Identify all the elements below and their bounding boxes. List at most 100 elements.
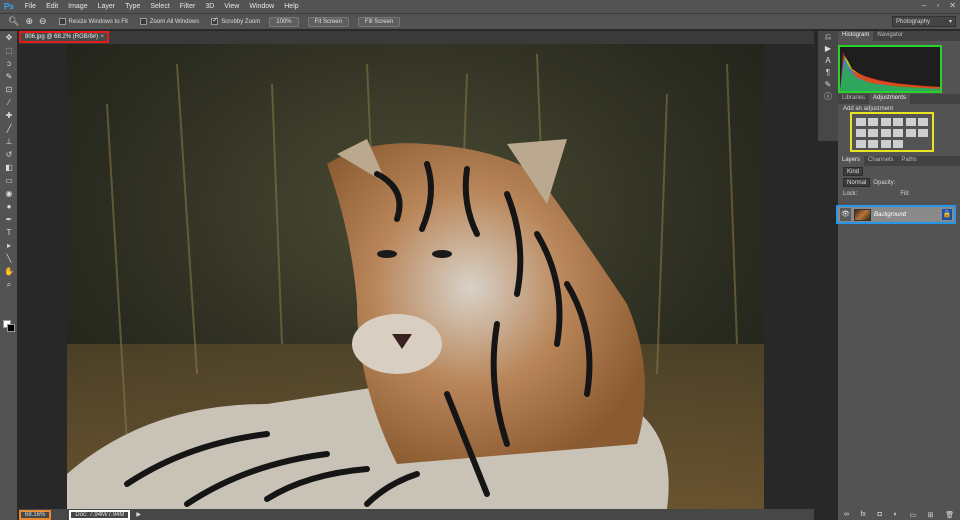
menu-image[interactable]: Image (63, 3, 92, 10)
zoom-in-icon[interactable]: ⊕ (25, 16, 33, 27)
layers-footer: ∞ fx ◘ ◐ ▭ ⊞ 🗑 (838, 509, 960, 520)
window-controls: – ▫ ✕ (922, 1, 956, 10)
menu-select[interactable]: Select (145, 3, 174, 10)
lock-icon[interactable]: 🔒 (942, 209, 952, 220)
zoom-all-checkbox[interactable] (139, 18, 147, 25)
tab-libraries[interactable]: Libraries (838, 94, 869, 104)
zoom-tool-icon[interactable]: ⌕ (0, 278, 18, 291)
channel-mixer-icon[interactable] (893, 129, 904, 137)
history-icon[interactable]: ⎌ (818, 31, 838, 43)
scrubby-zoom-checkbox[interactable] (211, 16, 219, 25)
scrubby-zoom-option[interactable]: Scrubby Zoom (211, 16, 260, 25)
tab-layers[interactable]: Layers (838, 156, 865, 166)
dodge-tool-icon[interactable]: ● (0, 200, 18, 213)
zoom-level-field[interactable]: 68.16% (19, 509, 52, 520)
document-image[interactable] (67, 44, 764, 509)
menu-help[interactable]: Help (279, 3, 303, 10)
invert-icon[interactable] (918, 129, 929, 137)
shape-tool-icon[interactable]: ╲ (0, 252, 18, 265)
tab-channels[interactable]: Channels (864, 156, 897, 166)
eye-icon[interactable]: 👁 (840, 208, 851, 221)
menu-3d[interactable]: 3D (200, 3, 219, 10)
curves-icon[interactable] (880, 118, 891, 126)
threshold-icon[interactable] (868, 140, 879, 148)
move-tool-icon[interactable]: ✥ (0, 31, 18, 44)
histogram-tabs: Histogram Navigator (838, 31, 960, 41)
blur-tool-icon[interactable]: ◉ (0, 187, 18, 200)
pen-tool-icon[interactable]: ✒ (0, 213, 18, 226)
gradient-tool-icon[interactable]: ▭ (0, 174, 18, 187)
fill-screen-button[interactable]: Fill Screen (357, 16, 401, 27)
background-color-swatch[interactable] (7, 324, 15, 332)
tab-histogram[interactable]: Histogram (838, 31, 874, 41)
zoom-all-option[interactable]: Zoom All Windows (139, 18, 199, 25)
fx-icon[interactable]: fx (860, 511, 865, 518)
resize-windows-checkbox[interactable] (58, 18, 66, 25)
exposure-icon[interactable] (893, 118, 904, 126)
restore-button[interactable]: ▫ (936, 1, 939, 10)
quick-select-tool-icon[interactable]: ✎ (0, 70, 18, 83)
menu-file[interactable]: File (20, 3, 41, 10)
brush-tool-icon[interactable]: ╱ (0, 122, 18, 135)
vibrance-icon[interactable] (905, 118, 916, 126)
menu-edit[interactable]: Edit (41, 3, 63, 10)
crop-tool-icon[interactable]: ⊡ (0, 83, 18, 96)
layer-name: Background (874, 211, 907, 218)
link-layers-icon[interactable]: ∞ (844, 511, 849, 518)
posterize-icon[interactable] (855, 140, 866, 148)
brush-presets-icon[interactable]: ✎ (818, 79, 838, 91)
hue-saturation-icon[interactable] (918, 118, 929, 126)
menu-view[interactable]: View (219, 3, 244, 10)
character-icon[interactable]: A (818, 55, 838, 67)
layers-tabs: Layers Channels Paths (838, 156, 960, 166)
tab-adjustments[interactable]: Adjustments (869, 94, 911, 104)
zoom-100-button[interactable]: 100% (269, 16, 299, 27)
history-brush-icon[interactable]: ↺ (0, 148, 18, 161)
menu-filter[interactable]: Filter (175, 3, 201, 10)
photo-filter-icon[interactable] (880, 129, 891, 137)
mask-icon[interactable]: ◘ (878, 511, 882, 518)
adjustment-layer-icon[interactable]: ◐ (893, 511, 897, 518)
zoom-out-icon[interactable]: ⊖ (39, 16, 47, 27)
new-layer-icon[interactable]: ⊞ (928, 511, 934, 519)
trash-icon[interactable]: 🗑 (945, 511, 954, 519)
selective-color-icon[interactable] (893, 140, 904, 148)
levels-icon[interactable] (868, 118, 879, 126)
healing-tool-icon[interactable]: ✚ (0, 109, 18, 122)
menu-type[interactable]: Type (120, 3, 145, 10)
blend-row: Normal Opacity: (838, 177, 960, 188)
kind-filter-select[interactable]: Kind (843, 167, 864, 176)
gradient-map-icon[interactable] (880, 140, 891, 148)
play-icon[interactable]: ▶ (136, 511, 141, 518)
info-icon[interactable]: ⓘ (818, 91, 838, 103)
workspace-select[interactable]: Photography ▾ (892, 16, 956, 27)
tab-paths[interactable]: Paths (897, 156, 920, 166)
stamp-tool-icon[interactable]: ⊥ (0, 135, 18, 148)
eyedropper-tool-icon[interactable]: ⁄ (0, 96, 18, 109)
minimize-button[interactable]: – (922, 1, 926, 10)
menu-layer[interactable]: Layer (93, 3, 121, 10)
zoom-icon[interactable]: 🔍︎ (8, 16, 19, 27)
actions-icon[interactable]: ▶ (818, 43, 838, 55)
marquee-tool-icon[interactable]: ⬚ (0, 44, 18, 57)
type-tool-icon[interactable]: T (0, 226, 18, 239)
tab-navigator[interactable]: Navigator (873, 31, 907, 41)
brightness-icon[interactable] (855, 118, 866, 126)
paragraph-icon[interactable]: ¶ (818, 67, 838, 79)
hand-tool-icon[interactable]: ✋ (0, 265, 18, 278)
document-tab[interactable]: 806.jpg @ 68.2% (RGB/8#) × (19, 31, 109, 43)
layer-row-background[interactable]: 👁 Background 🔒 (836, 205, 956, 224)
lasso-tool-icon[interactable]: ↄ (0, 57, 18, 70)
blend-mode-select[interactable]: Normal (843, 178, 871, 187)
menu-window[interactable]: Window (244, 3, 279, 10)
color-lookup-icon[interactable] (905, 129, 916, 137)
close-icon[interactable]: × (100, 34, 104, 40)
eraser-tool-icon[interactable]: ◧ (0, 161, 18, 174)
black-white-icon[interactable] (868, 129, 879, 137)
resize-windows-option[interactable]: Resize Windows to Fit (58, 18, 128, 25)
path-select-icon[interactable]: ▸ (0, 239, 18, 252)
color-balance-icon[interactable] (855, 129, 866, 137)
group-icon[interactable]: ▭ (909, 511, 916, 519)
fit-screen-button[interactable]: Fit Screen (307, 16, 349, 27)
close-button[interactable]: ✕ (949, 1, 956, 10)
